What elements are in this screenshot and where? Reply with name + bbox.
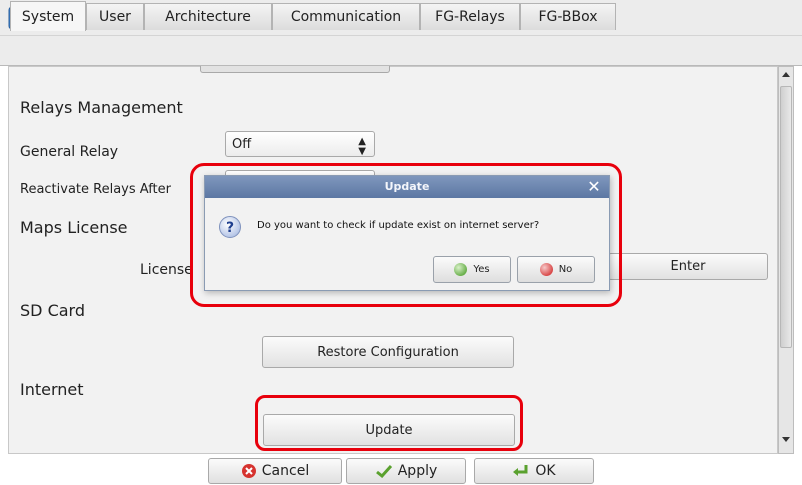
dialog-title: Update [384,180,430,193]
ok-label: OK [535,463,556,479]
close-icon[interactable]: ✕ [583,178,605,196]
tab-bar [0,36,802,66]
reactivate-relays-label: Reactivate Relays After [20,182,171,197]
no-button[interactable]: No [517,256,595,283]
yes-label: Yes [473,264,490,275]
license-label: License [140,262,193,278]
enter-arrow-icon [513,465,528,476]
tab-architecture[interactable]: Architecture [144,3,272,30]
general-relay-label: General Relay [20,144,119,160]
apply-label: Apply [397,463,438,479]
enter-license-button[interactable]: Enter [608,253,768,280]
ok-button[interactable]: OK [474,458,594,484]
green-ball-icon [454,263,468,276]
section-title-sd-card: SD Card [20,301,85,320]
scroll-down-arrow-icon[interactable] [782,437,790,442]
red-ball-icon [539,263,553,276]
tab-communication[interactable]: Communication [272,3,420,30]
update-button[interactable]: Update [263,414,515,446]
tab-system[interactable]: System [10,1,86,31]
tab-user[interactable]: User [86,3,144,30]
section-title-maps-license: Maps License [20,218,128,237]
question-icon: ? [219,216,241,238]
update-dialog: Update ✕ ? Do you want to check if updat… [204,175,610,291]
no-label: No [558,264,573,275]
section-title-internet: Internet [20,380,84,399]
cancel-button[interactable]: Cancel [208,458,342,484]
scroll-up-arrow-icon[interactable] [782,72,790,77]
tab-fg-relays[interactable]: FG-Relays [420,3,520,30]
cancel-icon [241,464,256,478]
scrollbar-thumb[interactable] [780,86,792,348]
dialog-message: Do you want to check if update exist on … [257,220,540,231]
tab-fg-bbox[interactable]: FG-BBox [520,3,616,30]
select-updown-icon: ▲ ▼ [358,136,366,157]
restore-configuration-button[interactable]: Restore Configuration [262,336,514,368]
checkmark-icon [375,464,392,478]
cancel-label: Cancel [261,463,310,479]
apply-button[interactable]: Apply [346,458,466,484]
section-title-relays: Relays Management [20,98,183,117]
partially-hidden-button[interactable] [200,66,390,73]
general-relay-value: Off [232,136,252,152]
general-relay-select[interactable]: Off ▲ ▼ [225,131,375,157]
yes-button[interactable]: Yes [433,256,511,283]
